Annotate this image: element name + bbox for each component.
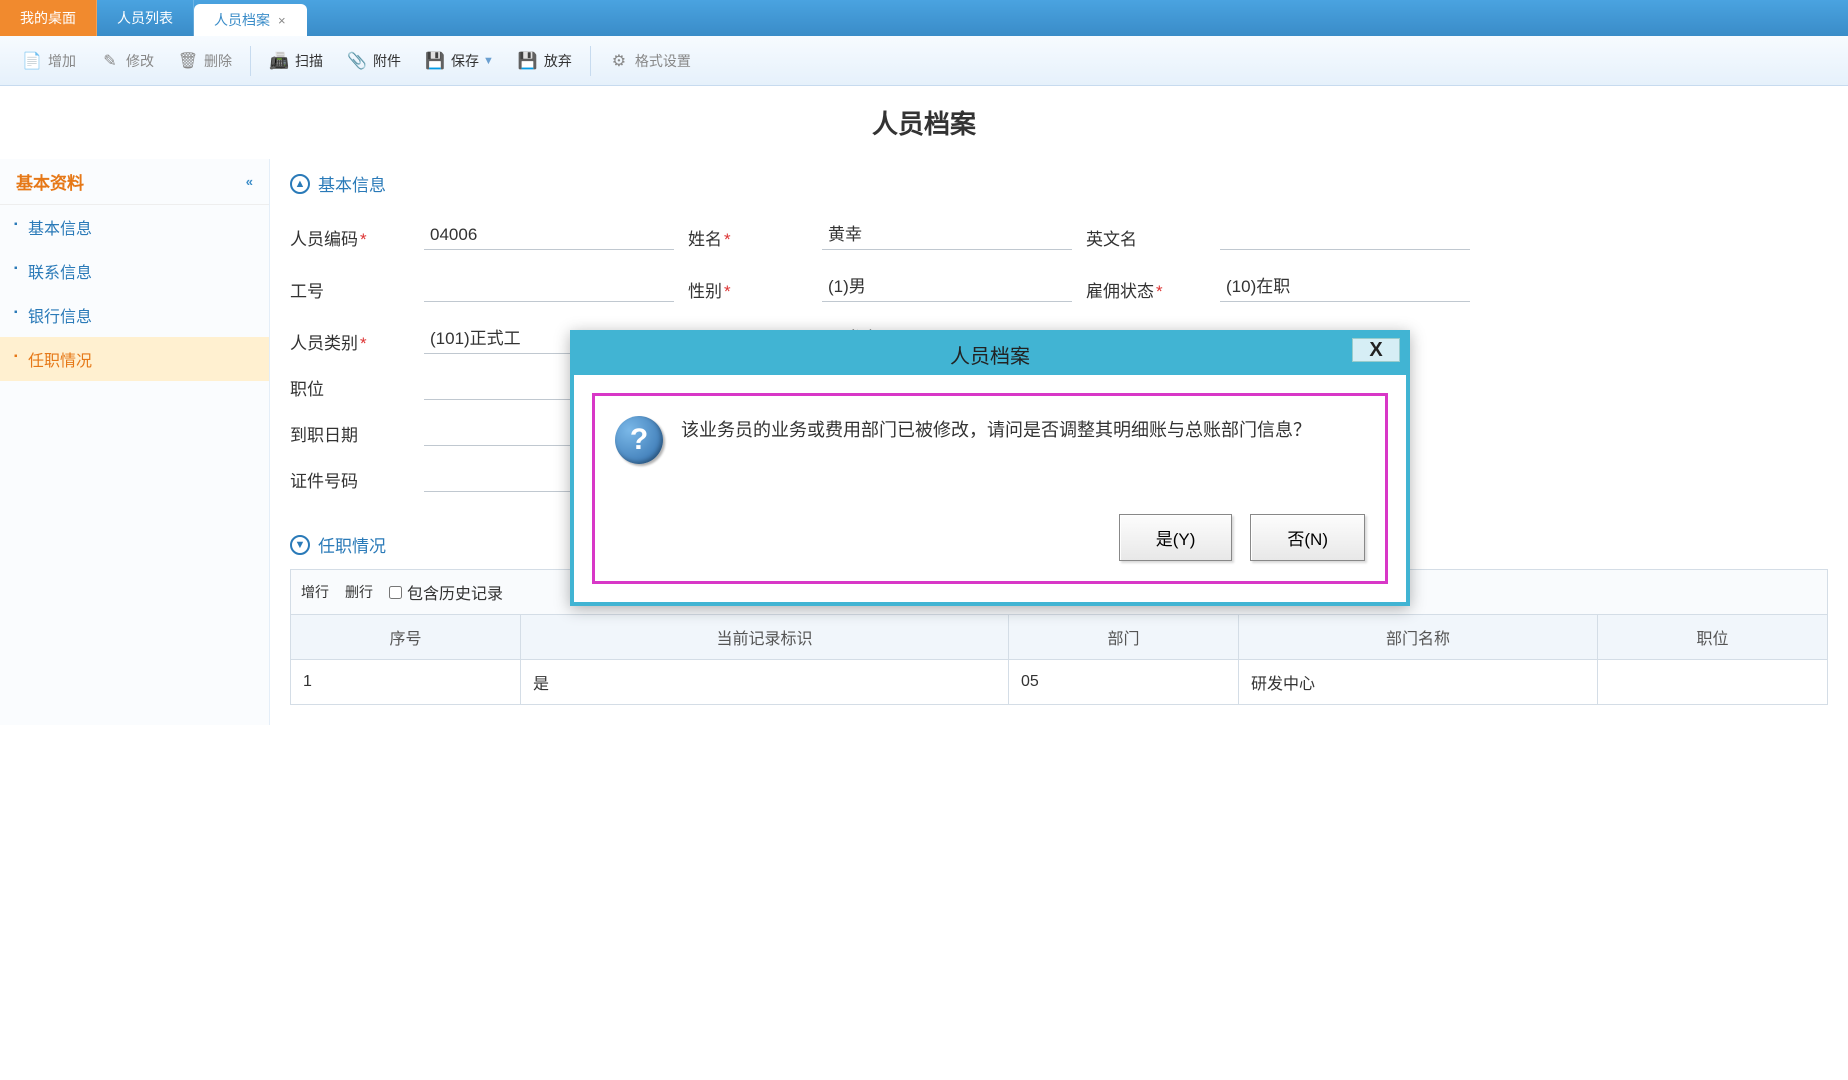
dialog-highlight: ? 该业务员的业务或费用部门已被修改，请问是否调整其明细账与总账部门信息？ 是(…: [592, 393, 1388, 584]
label-emp-status: 雇佣状态*: [1086, 277, 1206, 302]
table-header-row: 序号 当前记录标识 部门 部门名称 职位: [291, 615, 1828, 660]
label-position: 职位: [290, 375, 410, 400]
dialog-message: 该业务员的业务或费用部门已被修改，请问是否调整其明细账与总账部门信息？: [681, 416, 1311, 445]
checkbox-icon[interactable]: [389, 586, 402, 599]
col-dept: 部门: [1009, 615, 1239, 660]
trash-icon: 🗑: [178, 51, 198, 71]
table-row[interactable]: 1 是 05 研发中心: [291, 660, 1828, 705]
sidebar-item-contact[interactable]: 联系信息: [0, 249, 269, 293]
cell-current[interactable]: 是: [520, 660, 1008, 705]
attach-button[interactable]: 📎附件: [335, 45, 413, 77]
separator: [590, 46, 591, 76]
tab-person-file[interactable]: 人员档案 ×: [194, 4, 307, 36]
paperclip-icon: 📎: [347, 51, 367, 71]
tab-my-desktop[interactable]: 我的桌面: [0, 0, 97, 36]
sidebar-item-bank[interactable]: 银行信息: [0, 293, 269, 337]
plus-icon: 📄: [22, 51, 42, 71]
label-gender: 性别*: [688, 277, 808, 302]
close-icon[interactable]: ×: [278, 13, 286, 28]
chevron-down-icon[interactable]: ▼: [483, 55, 494, 67]
save-button[interactable]: 💾保存▼: [413, 45, 506, 77]
label-eng-name: 英文名: [1086, 225, 1206, 250]
col-current: 当前记录标识: [520, 615, 1008, 660]
sidebar-item-basic[interactable]: 基本信息: [0, 205, 269, 249]
tab-label: 人员档案: [214, 10, 270, 30]
confirm-dialog: 人员档案 X ? 该业务员的业务或费用部门已被修改，请问是否调整其明细账与总账部…: [570, 330, 1410, 606]
label-name: 姓名*: [688, 225, 808, 250]
label-worker-no: 工号: [290, 277, 410, 302]
question-icon: ?: [615, 416, 663, 464]
edit-button[interactable]: ✎修改: [88, 45, 166, 77]
scanner-icon: 📠: [269, 51, 289, 71]
cell-position[interactable]: [1598, 660, 1828, 705]
label-category: 人员类别*: [290, 329, 410, 354]
discard-button[interactable]: 💾放弃: [506, 45, 584, 77]
label-code: 人员编码*: [290, 225, 410, 250]
tab-person-list[interactable]: 人员列表: [97, 0, 194, 36]
cell-dept-name[interactable]: 研发中心: [1238, 660, 1597, 705]
dialog-title: 人员档案: [950, 346, 1030, 368]
dialog-title-bar[interactable]: 人员档案 X: [574, 334, 1406, 375]
gear-icon: ⚙: [609, 51, 629, 71]
col-no: 序号: [291, 615, 521, 660]
cell-dept[interactable]: 05: [1009, 660, 1239, 705]
input-worker-no[interactable]: [424, 274, 674, 302]
input-eng-name[interactable]: [1220, 222, 1470, 250]
no-button[interactable]: 否(N): [1250, 514, 1365, 561]
scan-button[interactable]: 📠扫描: [257, 45, 335, 77]
yes-button[interactable]: 是(Y): [1119, 514, 1233, 561]
job-table: 序号 当前记录标识 部门 部门名称 职位 1 是 05 研发中心: [290, 614, 1828, 705]
save-icon: 💾: [425, 51, 445, 71]
dialog-close-button[interactable]: X: [1352, 338, 1400, 362]
delete-button[interactable]: 🗑删除: [166, 45, 244, 77]
add-row-button[interactable]: 增行: [301, 582, 329, 602]
separator: [250, 46, 251, 76]
collapse-up-icon[interactable]: ▲: [290, 174, 310, 194]
format-button[interactable]: ⚙格式设置: [597, 45, 703, 77]
col-dept-name: 部门名称: [1238, 615, 1597, 660]
add-button[interactable]: 📄增加: [10, 45, 88, 77]
page-title: 人员档案: [0, 86, 1848, 159]
col-position: 职位: [1598, 615, 1828, 660]
del-row-button[interactable]: 删行: [345, 582, 373, 602]
input-code[interactable]: 04006: [424, 221, 674, 250]
toolbar: 📄增加 ✎修改 🗑删除 📠扫描 📎附件 💾保存▼ 💾放弃 ⚙格式设置: [0, 36, 1848, 86]
collapse-icon[interactable]: «: [246, 174, 253, 189]
sidebar-item-job[interactable]: 任职情况: [0, 337, 269, 381]
cell-no[interactable]: 1: [291, 660, 521, 705]
discard-icon: 💾: [518, 51, 538, 71]
input-name[interactable]: 黄幸: [822, 216, 1072, 250]
label-id-no: 证件号码: [290, 467, 410, 492]
pencil-icon: ✎: [100, 51, 120, 71]
include-history-checkbox[interactable]: 包含历史记录: [389, 580, 503, 604]
tab-bar: 我的桌面 人员列表 人员档案 ×: [0, 0, 1848, 36]
sidebar: 基本资料 « 基本信息 联系信息 银行信息 任职情况: [0, 159, 270, 725]
input-emp-status[interactable]: (10)在职: [1220, 268, 1470, 302]
collapse-down-icon[interactable]: ▼: [290, 535, 310, 555]
label-join-date: 到职日期: [290, 421, 410, 446]
sidebar-header: 基本资料 «: [0, 159, 269, 205]
section-basic-title[interactable]: ▲ 基本信息: [290, 159, 1828, 208]
input-gender[interactable]: (1)男: [822, 268, 1072, 302]
